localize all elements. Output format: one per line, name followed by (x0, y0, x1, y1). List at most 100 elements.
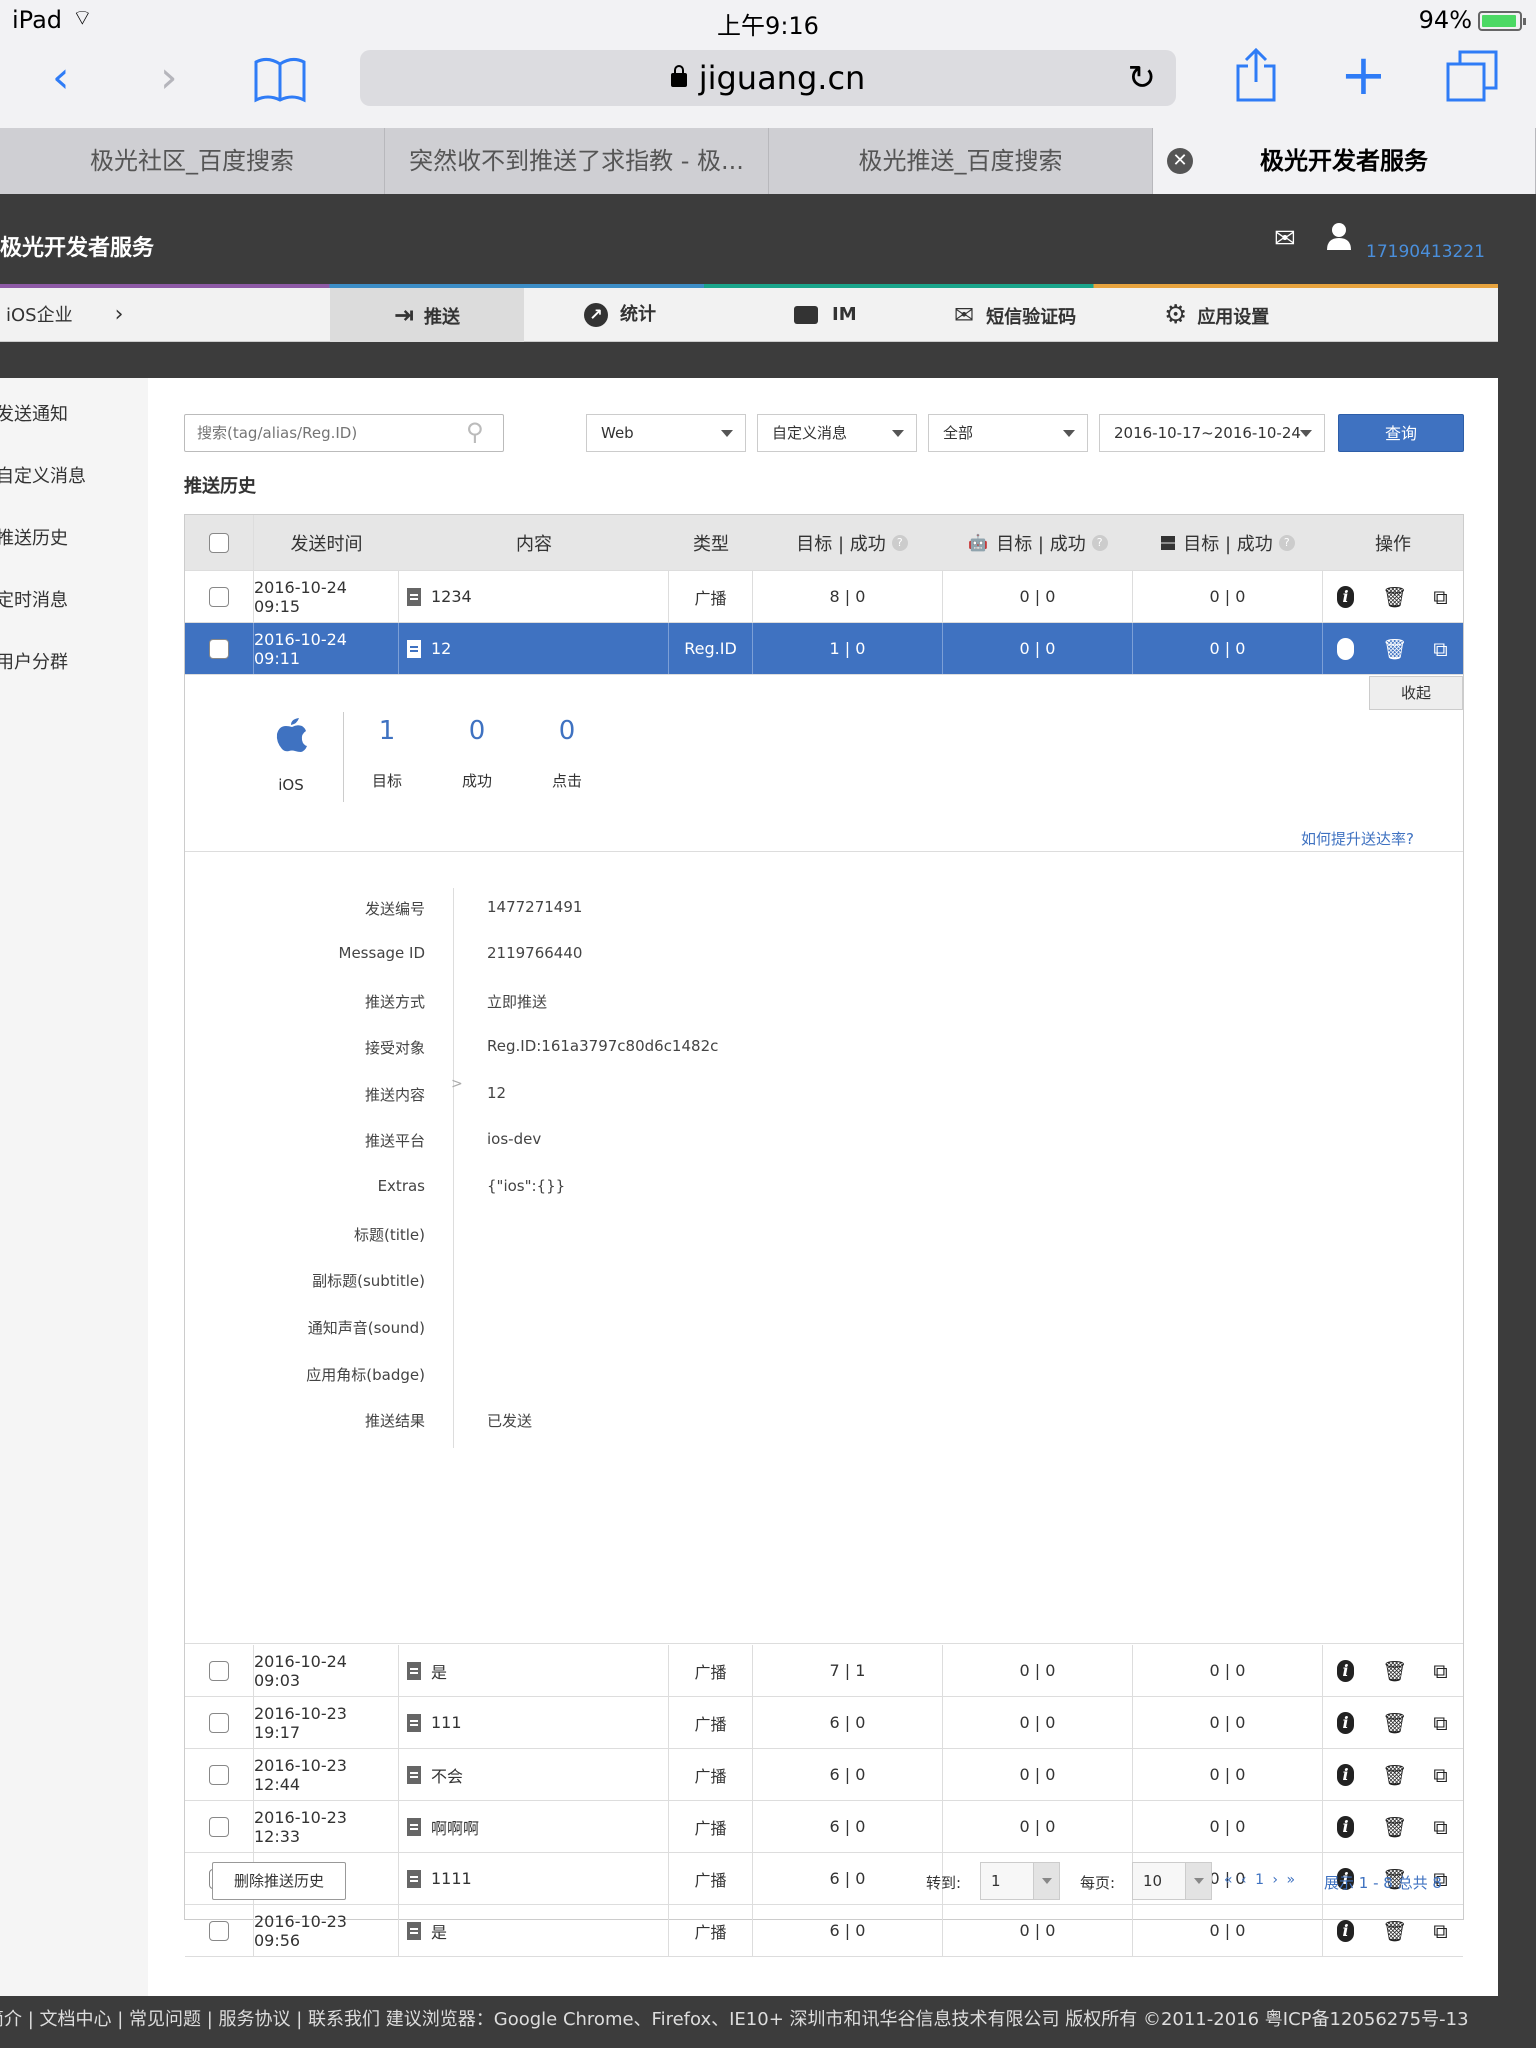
scope-select[interactable]: 全部 (928, 414, 1088, 452)
mail-icon[interactable]: ✉ (1274, 224, 1296, 254)
row-ios: 1 | 0 (753, 623, 943, 674)
push-icon: ⇥ (393, 301, 415, 329)
row-checkbox[interactable] (209, 1712, 229, 1733)
col-content: 内容 (516, 533, 552, 555)
row-checkbox[interactable] (209, 1816, 229, 1837)
app-selector[interactable]: iOS企业 › (6, 288, 123, 342)
col-label: 目标 | 成功 (796, 533, 886, 555)
table-row[interactable]: 2016-10-24 09:03 是 广播 7 | 1 0 | 0 0 | 0 … (185, 1645, 1463, 1697)
goto-select[interactable]: 1 (980, 1862, 1060, 1900)
info-icon[interactable]: i (1337, 1659, 1354, 1682)
row-content: 1111 (431, 1869, 472, 1888)
select-all-checkbox[interactable] (209, 532, 229, 553)
trash-icon[interactable]: 🗑 (1382, 1712, 1407, 1734)
info-icon[interactable]: i (1337, 1711, 1354, 1734)
info-icon[interactable]: i (1337, 585, 1354, 608)
external-link-icon[interactable]: ⧉ (1432, 1764, 1449, 1786)
row-time: 2016-10-24 09:03 (254, 1645, 399, 1696)
external-link-icon[interactable]: ⧉ (1432, 586, 1449, 608)
sms-icon: ✉ (954, 301, 975, 329)
nav-label: IM (832, 304, 857, 325)
query-button[interactable]: 查询 (1338, 414, 1464, 452)
goto-label: 转到: (926, 1874, 962, 1892)
date-range-select[interactable]: 2016-10-17~2016-10-24 (1099, 414, 1325, 452)
bookmarks-icon[interactable] (252, 54, 308, 104)
close-tab-icon[interactable]: ✕ (1167, 148, 1193, 174)
trash-icon[interactable]: 🗑 (1382, 1660, 1407, 1682)
nav-push[interactable]: ⇥ 推送 (330, 288, 524, 342)
info-icon[interactable]: i (1337, 1815, 1354, 1838)
external-link-icon[interactable]: ⧉ (1432, 1660, 1449, 1682)
new-tab-icon[interactable]: + (1340, 48, 1387, 104)
stat-click-label: 点击 (551, 772, 582, 790)
nav-sms[interactable]: ✉ 短信验证码 (954, 288, 1076, 342)
trash-icon[interactable]: 🗑 (1382, 1920, 1407, 1942)
user-account-link[interactable]: 17190413221 (1366, 242, 1485, 262)
row-ios: 6 | 0 (753, 1853, 943, 1904)
info-icon[interactable]: i (1337, 1919, 1354, 1942)
nav-stats[interactable]: ↗ 统计 (584, 288, 656, 342)
nav-settings[interactable]: ⚙ 应用设置 (1164, 288, 1269, 342)
user-icon[interactable] (1326, 222, 1352, 250)
reload-icon[interactable]: ↻ (1128, 50, 1157, 106)
row-checkbox[interactable] (209, 638, 229, 659)
info-icon[interactable]: i (1337, 637, 1354, 660)
info-icon[interactable]: i (1337, 1763, 1354, 1786)
table-row[interactable]: 2016-10-24 09:15 1234 广播 8 | 0 0 | 0 0 |… (185, 571, 1463, 623)
dropdown-arrow-icon (1185, 1863, 1211, 1899)
external-link-icon[interactable]: ⧉ (1432, 638, 1449, 660)
tabs-icon[interactable] (1446, 50, 1498, 102)
table-row[interactable]: 2016-10-23 12:44 不会 广播 6 | 0 0 | 0 0 | 0… (185, 1749, 1463, 1801)
row-checkbox[interactable] (209, 586, 229, 607)
detail-panel: iOS 1 目标 0 成功 0 点击 如何提升送达率? > 发送编号 14772… (185, 676, 1463, 1644)
delete-history-button[interactable]: 删除推送历史 (212, 1862, 346, 1900)
sidebar-item-custom-message[interactable]: 自定义消息 (0, 462, 144, 488)
trash-icon[interactable]: 🗑 (1382, 586, 1407, 608)
sidebar-item-user-groups[interactable]: 用户分群 (0, 648, 144, 674)
forward-icon[interactable]: › (160, 56, 178, 100)
platform-select[interactable]: Web (586, 414, 746, 452)
trash-icon[interactable]: 🗑 (1382, 1764, 1407, 1786)
table-row[interactable]: 2016-10-23 12:33 啊啊啊 广播 6 | 0 0 | 0 0 | … (185, 1801, 1463, 1853)
table-row[interactable]: 2016-10-23 09:56 是 广播 6 | 0 0 | 0 0 | 0 … (185, 1905, 1463, 1957)
table-header: 发送时间 内容 类型 目标 | 成功? 🤖 目标 | 成功? 目标 | 成功? 操… (185, 515, 1463, 571)
trash-icon[interactable]: 🗑 (1382, 1816, 1407, 1838)
browser-tab[interactable]: 极光社区_百度搜索 (0, 128, 385, 194)
url-bar[interactable]: jiguang.cn ↻ (360, 50, 1176, 106)
external-link-icon[interactable]: ⧉ (1432, 1816, 1449, 1838)
sidebar-item-send-notification[interactable]: 发送通知 (0, 400, 144, 426)
pagination[interactable]: « ‹ 1 › » (1224, 1872, 1297, 1888)
row-android: 0 | 0 (943, 623, 1133, 674)
search-icon[interactable]: ⚲ (466, 418, 484, 446)
share-icon[interactable] (1234, 46, 1278, 102)
browser-tab[interactable]: 极光推送_百度搜索 (769, 128, 1153, 194)
back-icon[interactable]: ‹ (52, 56, 70, 100)
external-link-icon[interactable]: ⧉ (1432, 1920, 1449, 1942)
row-type: 广播 (669, 1801, 753, 1852)
row-checkbox[interactable] (209, 1764, 229, 1785)
message-type-select[interactable]: 自定义消息 (757, 414, 917, 452)
help-icon[interactable]: ? (1278, 534, 1295, 551)
external-link-icon[interactable]: ⧉ (1432, 1712, 1449, 1734)
sidebar-item-scheduled[interactable]: 定时消息 (0, 586, 144, 612)
row-checkbox[interactable] (209, 1920, 229, 1941)
browser-tab-active[interactable]: ✕ 极光开发者服务 (1153, 128, 1536, 194)
help-icon[interactable]: ? (891, 534, 908, 551)
help-icon[interactable]: ? (1091, 534, 1108, 551)
table-row[interactable]: 2016-10-23 19:17 111 广播 6 | 0 0 | 0 0 | … (185, 1697, 1463, 1749)
row-type: 广播 (669, 1697, 753, 1748)
divider (453, 888, 454, 1448)
col-label: 目标 | 成功 (996, 533, 1086, 555)
table-row-selected[interactable]: 2016-10-24 09:11 12 Reg.ID 1 | 0 0 | 0 0… (185, 623, 1463, 675)
per-page-select[interactable]: 10 (1132, 1862, 1212, 1900)
nav-im[interactable]: IM (794, 288, 857, 342)
document-icon (407, 1921, 421, 1940)
browser-tab[interactable]: 突然收不到推送了求指教 - 极... (385, 128, 769, 194)
field-label: 推送结果 (364, 1412, 425, 1430)
collapse-button[interactable]: 收起 (1369, 676, 1463, 710)
row-checkbox[interactable] (209, 1660, 229, 1681)
search-input[interactable] (184, 414, 504, 452)
improve-delivery-link[interactable]: 如何提升送达率? (1301, 828, 1414, 849)
trash-icon[interactable]: 🗑 (1382, 638, 1407, 660)
sidebar-item-push-history[interactable]: 推送历史 (0, 524, 144, 550)
